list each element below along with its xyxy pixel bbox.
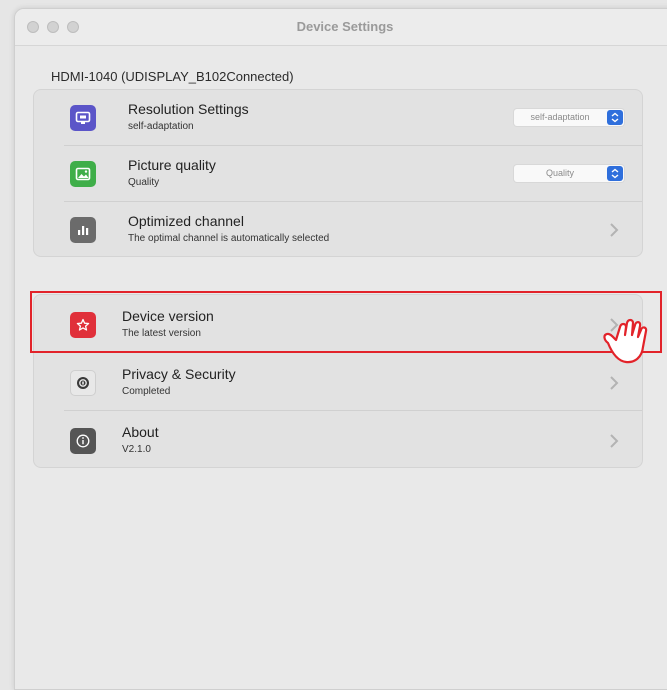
row-title: About: [122, 424, 159, 440]
chevron-right-icon[interactable]: [604, 429, 624, 453]
row-subtitle: self-adaptation: [128, 121, 194, 132]
row-subtitle: V2.1.0: [122, 444, 151, 455]
row-subtitle: Completed: [122, 386, 171, 397]
chevron-updown-icon: [607, 110, 623, 125]
resolution-select[interactable]: self-adaptation: [514, 109, 624, 126]
resolution-settings-row[interactable]: Resolution Settings self-adaptation self…: [34, 90, 642, 146]
hand-pointer-icon: [603, 318, 648, 364]
row-subtitle: Quality: [128, 177, 160, 188]
row-divider: [64, 410, 642, 411]
info-icon: [70, 428, 96, 454]
privacy-security-row[interactable]: Privacy & Security Completed: [34, 355, 642, 411]
privacy-icon: [70, 370, 96, 396]
display-icon: [70, 105, 96, 131]
bar-chart-icon: [70, 217, 96, 243]
select-value: Quality: [545, 168, 574, 178]
picture-quality-row[interactable]: Picture quality Quality Quality: [34, 146, 642, 202]
connected-device-label: HDMI-1040 (UDISPLAY_B102Connected): [51, 69, 294, 84]
row-subtitle: The optimal channel is automatically sel…: [128, 233, 330, 244]
row-title: Optimized channel: [128, 213, 244, 229]
row-title: Resolution Settings: [128, 101, 249, 117]
row-title: Privacy & Security: [122, 366, 236, 382]
chevron-right-icon[interactable]: [604, 371, 624, 395]
display-settings-group: Resolution Settings self-adaptation self…: [33, 89, 643, 257]
about-row[interactable]: About V2.1.0: [34, 413, 642, 469]
title-bar: Device Settings: [15, 9, 667, 46]
picture-quality-select[interactable]: Quality: [514, 165, 624, 182]
chevron-updown-icon: [607, 166, 623, 181]
chevron-right-icon[interactable]: [604, 218, 624, 242]
select-value: self-adaptation: [530, 112, 590, 122]
picture-icon: [70, 161, 96, 187]
optimized-channel-row[interactable]: Optimized channel The optimal channel is…: [34, 202, 642, 258]
row-title: Picture quality: [128, 157, 216, 173]
window-title: Device Settings: [296, 19, 394, 34]
device-version-highlight: [30, 291, 662, 353]
